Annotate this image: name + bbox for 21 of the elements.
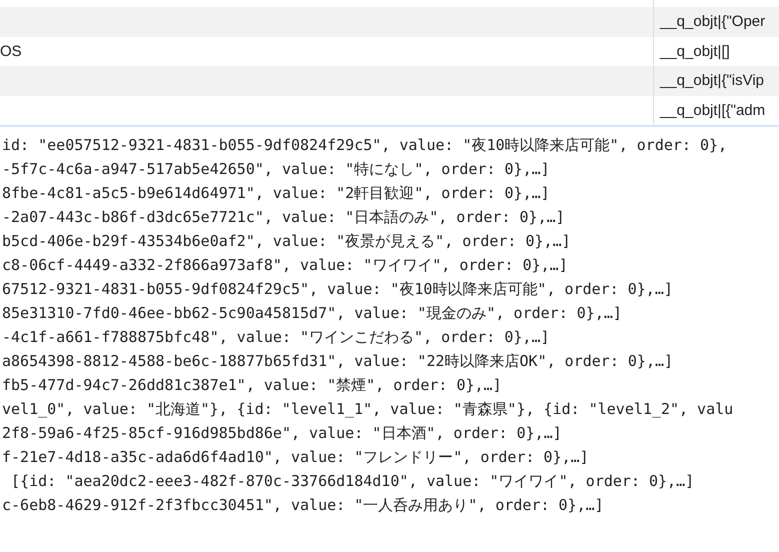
code-line: c-6eb8-4629-912f-2f3fbcc30451", value: "一人呑み用あり", order: 0},…] [2,495,605,516]
code-line: -2a07-443c-b86f-d3dc65e7721c", value: "日本語のみ", order: 0},…] [2,207,566,228]
code-line: 2f8-59a6-4f25-85cf-916d985bd86e", value: "日本酒", order: 0},…] [2,423,563,444]
value-cell: __q_objt|{"Oper [660,13,766,30]
code-line: 8fbe-4c81-a5c5-b9e614d64971", value: "2軒目歓迎", order: 0},…] [2,183,551,204]
code-line: vel1_0", value: "北海道"}, {id: "level1_1", value: "青森県"}, {id: "level1_2", valu [2,399,734,420]
code-line: 85e31310-7fd0-46ee-bb62-5c90a45815d7", value: "現金のみ", order: 0},…] [2,303,623,324]
code-line: -5f7c-4c6a-a947-517ab5e42650", value: "特になし", order: 0},…] [2,159,551,180]
code-line: [{id: "aea20dc2-eee3-482f-870c-33766d184d10", value: "ワイワイ", order: 0},…] [10,471,696,492]
code-line: fb5-477d-94c7-26dd81c387e1", value: "禁煙", order: 0},…] [2,375,503,396]
code-line: 67512-9321-4831-b055-9df0824f29c5", value: "夜10時以降来店可能", order: 0},…] [2,279,674,300]
code-line: a8654398-8812-4588-be6c-18877b65fd31", value: "22時以降来店OK", order: 0},…] [2,351,674,372]
code-line: b5cd-406e-b29f-43534b6e0af2", value: "夜景が見える", order: 0},…] [2,231,572,252]
code-line: id: "ee057512-9321-4831-b055-9df0824f29c5", value: "夜10時以降来店可能", order: 0}, [2,135,728,156]
key-cell: OS [0,42,22,60]
value-cell: __q_objt|[{"adm [660,102,766,119]
code-line: c8-06cf-4449-a332-2f866a973af8", value: "ワイワイ", order: 0},…] [2,255,569,276]
value-cell: __q_objt|[] [660,42,730,60]
code-line: -4c1f-a661-f788875bfc48", value: "ワインこだわる", order: 0},…] [2,327,551,348]
value-cell: __q_objt|{"isVip [660,72,764,90]
code-line: f-21e7-4d18-a35c-ada6d6f4ad10", value: "フレンドリー", order: 0},…] [2,447,590,468]
